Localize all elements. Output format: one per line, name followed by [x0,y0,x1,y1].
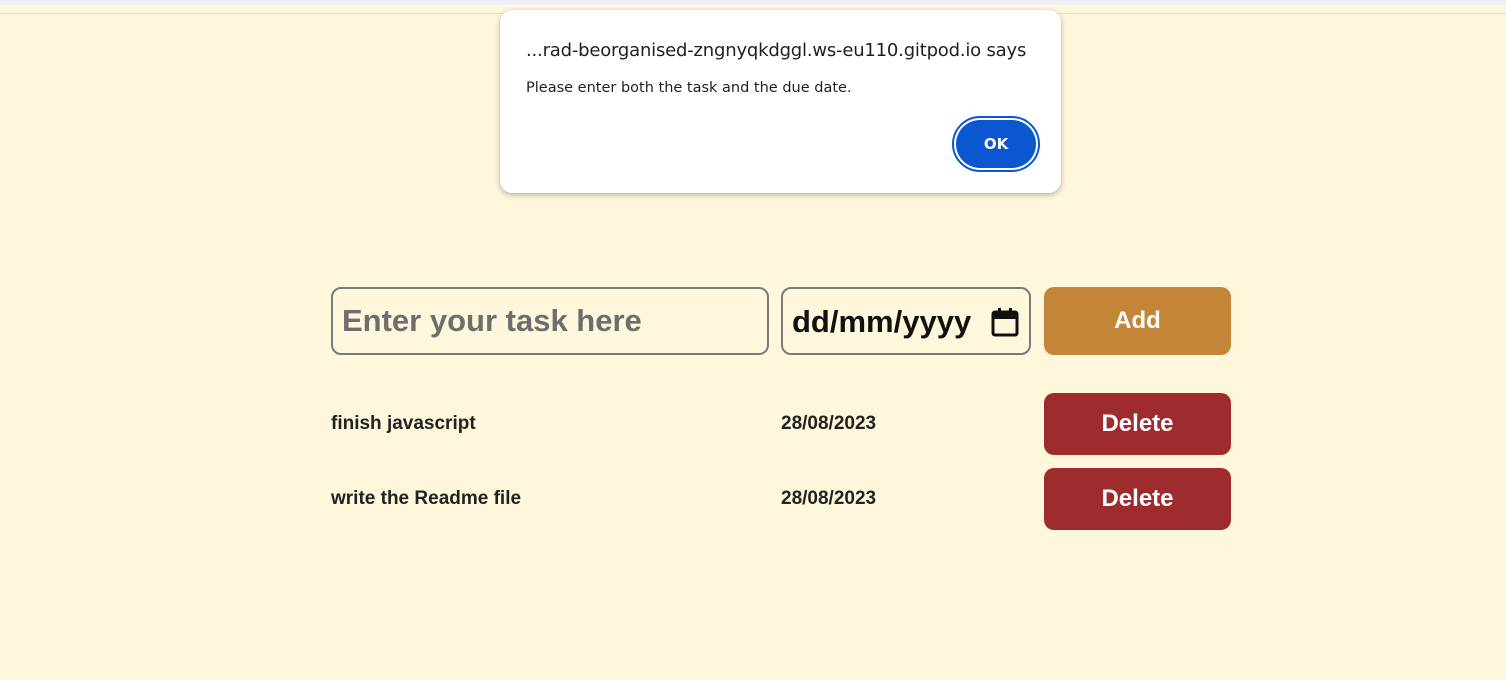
due-date-value: dd/mm/yyyy [792,304,972,339]
due-date-input[interactable]: dd/mm/yyyy [781,287,1031,355]
delete-button[interactable]: Delete [1044,468,1231,530]
task-row: finish javascript 28/08/2023 Delete [331,393,1231,455]
add-button[interactable]: Add [1044,287,1231,355]
calendar-icon[interactable] [991,307,1019,337]
task-due-date: 28/08/2023 [781,488,877,509]
task-due-date: 28/08/2023 [781,413,877,434]
task-row: write the Readme file 28/08/2023 Delete [331,468,1231,530]
alert-title: ...rad-beorganised-zngnyqkdggl.ws-eu110.… [526,40,1027,61]
alert-ok-button[interactable]: OK [952,116,1040,172]
task-input[interactable] [331,287,769,355]
task-name: finish javascript [331,413,476,434]
alert-ok-label: OK [956,120,1036,168]
task-name: write the Readme file [331,488,522,509]
alert-message: Please enter both the task and the due d… [526,80,852,96]
alert-dialog: ...rad-beorganised-zngnyqkdggl.ws-eu110.… [500,10,1061,193]
delete-button[interactable]: Delete [1044,393,1231,455]
